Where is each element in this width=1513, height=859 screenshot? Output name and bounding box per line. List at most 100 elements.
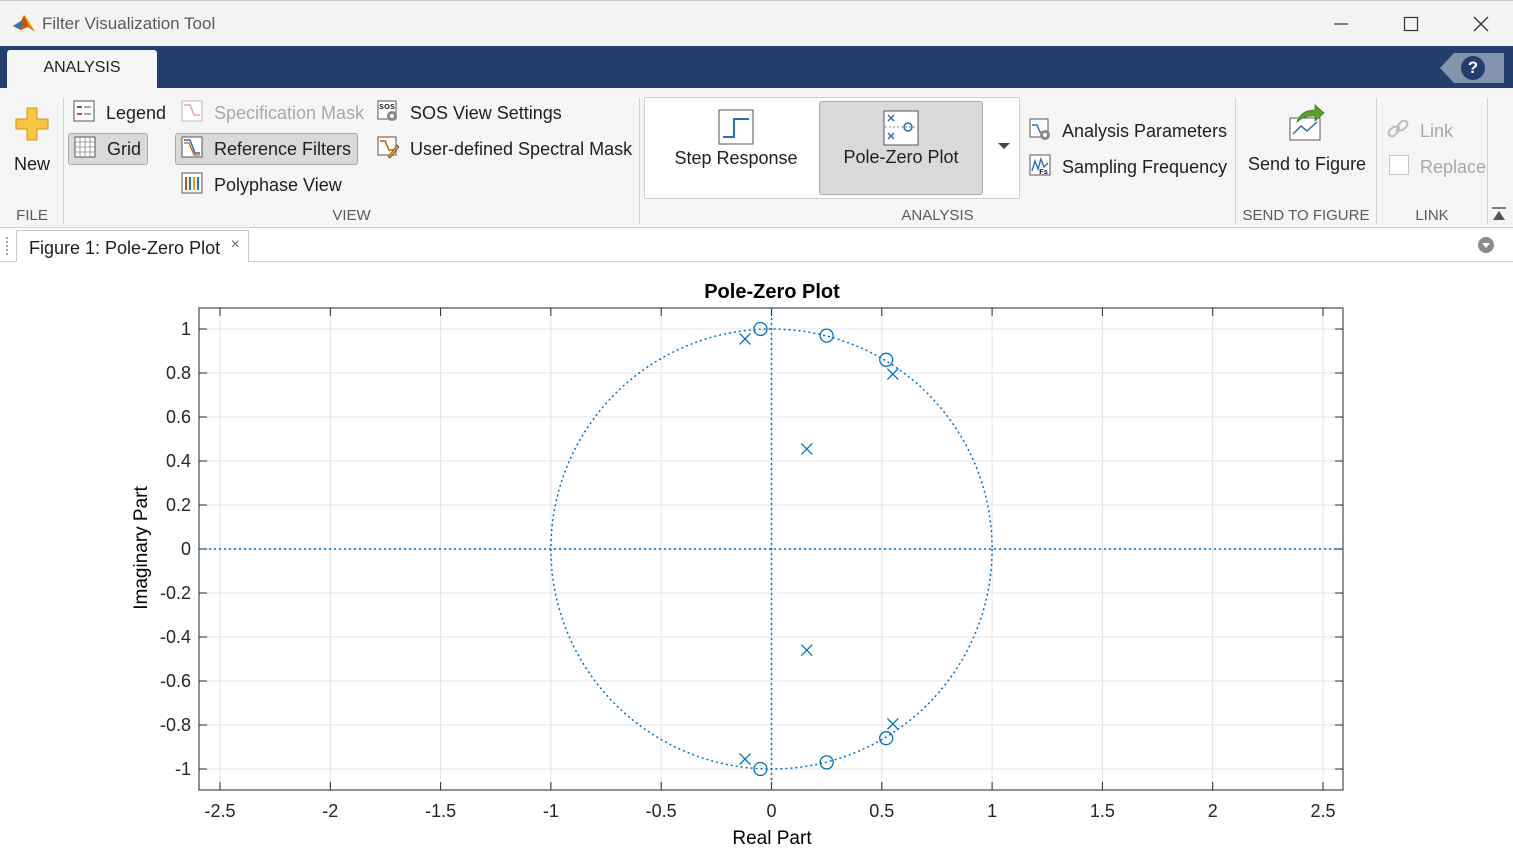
analysis-parameters-icon	[1028, 117, 1052, 146]
figure-tab-label: Figure 1: Pole-Zero Plot	[29, 238, 221, 258]
y-axis-label: Imaginary Part	[131, 486, 152, 610]
link-label: Link	[1420, 120, 1454, 141]
minimize-icon	[1334, 23, 1348, 25]
section-link-label: LINK	[1415, 207, 1449, 224]
close-icon	[1473, 16, 1489, 32]
polyphase-view-label: Polyphase View	[214, 174, 342, 195]
sampling-frequency-label: Sampling Frequency	[1062, 156, 1228, 177]
tab-figure-1[interactable]: Figure 1: Pole-Zero Plot ×	[16, 230, 249, 263]
tab-analysis[interactable]: ANALYSIS	[7, 50, 157, 88]
y-tick-label: 0	[181, 539, 191, 559]
polyphase-view-button[interactable]: Polyphase View	[180, 170, 342, 200]
analysis-parameters-label: Analysis Parameters	[1062, 120, 1228, 141]
x-tick-label: 1.5	[1090, 801, 1115, 821]
document-menu-button[interactable]	[1477, 236, 1495, 259]
pole-zero-plot[interactable]: -2.5 -2 -1.5 -1 -0.5 0 0.5 1 1.5 2 2.5 1 0.8 0.6 0.4 0.…	[0, 262, 1513, 859]
specification-mask-button[interactable]: Specification Mask	[180, 98, 364, 128]
y-tick-label: -1	[175, 759, 191, 779]
analysis-gallery: Step Response Pole-Zero Plot	[644, 97, 1020, 199]
spec-mask-label: Specification Mask	[214, 102, 365, 123]
step-response-button[interactable]: Step Response	[655, 101, 817, 195]
help-icon: ?	[1461, 56, 1485, 80]
drag-handle[interactable]	[6, 237, 12, 255]
reference-filters-icon	[180, 135, 204, 164]
y-tick-label: 0.8	[166, 363, 191, 383]
close-button[interactable]	[1451, 1, 1511, 47]
y-tick-label: 0.6	[166, 407, 191, 427]
user-defined-spectral-mask-button[interactable]: User-defined Spectral Mask	[376, 134, 632, 164]
legend-icon	[72, 99, 96, 128]
divider	[1235, 98, 1236, 224]
y-tick-label: -0.6	[160, 671, 191, 691]
legend-label: Legend	[106, 102, 167, 123]
step-response-icon	[718, 109, 754, 150]
collapse-toolstrip-button[interactable]	[1490, 206, 1508, 227]
window-title: Filter Visualization Tool	[42, 14, 216, 33]
pole-zero-plot-button[interactable]: Pole-Zero Plot	[819, 101, 983, 195]
reference-filters-button[interactable]: Reference Filters	[175, 133, 359, 165]
send-to-figure-button[interactable]: Send to Figure	[1240, 102, 1372, 178]
gallery-expand-button[interactable]	[997, 138, 1011, 156]
maximize-button[interactable]	[1381, 1, 1441, 47]
user-defined-spectral-mask-label: User-defined Spectral Mask	[410, 138, 633, 159]
x-tick-label: -1	[543, 801, 559, 821]
section-send-to-figure-label: SEND TO FIGURE	[1242, 207, 1370, 224]
link-icon	[1386, 117, 1410, 146]
pole-zero-icon	[883, 110, 919, 151]
x-tick-label: 1	[987, 801, 997, 821]
sampling-frequency-icon: Fs	[1028, 153, 1052, 182]
spec-mask-icon	[180, 99, 204, 128]
toolstrip: New FILE Legend Grid Specification Mask …	[0, 88, 1513, 228]
svg-text:Fs: Fs	[1039, 168, 1048, 176]
divider	[1376, 98, 1377, 224]
sos-view-settings-label: SOS View Settings	[410, 102, 562, 123]
y-tick-label: -0.2	[160, 583, 191, 603]
spectral-mask-icon	[376, 135, 400, 164]
divider	[639, 98, 640, 224]
maximize-icon	[1403, 16, 1419, 32]
x-tick-label: 2	[1208, 801, 1218, 821]
new-label: New	[14, 154, 51, 174]
checkbox-icon	[1388, 154, 1410, 181]
close-tab-icon[interactable]: ×	[231, 236, 240, 254]
help-button[interactable]: ?	[1440, 53, 1504, 83]
chart-title: Pole-Zero Plot	[704, 281, 840, 303]
link-button[interactable]: Link	[1386, 116, 1453, 146]
divider	[63, 98, 64, 224]
sos-view-settings-button[interactable]: SOS SOS View Settings	[376, 98, 562, 128]
collapse-up-icon	[1492, 207, 1506, 220]
y-tick-label: 0.2	[166, 495, 191, 515]
svg-text:SOS: SOS	[379, 103, 395, 111]
y-tick-label: 0.4	[166, 451, 191, 471]
analysis-parameters-button[interactable]: Analysis Parameters	[1028, 116, 1227, 146]
document-tab-strip: Figure 1: Pole-Zero Plot ×	[0, 228, 1513, 263]
ribbon-header: ANALYSIS ?	[0, 46, 1513, 88]
matlab-logo-icon	[12, 12, 36, 39]
y-tick-label: 1	[181, 319, 191, 339]
replace-label: Replace	[1420, 156, 1487, 177]
replace-checkbox[interactable]: Replace	[1388, 152, 1486, 182]
x-tick-label: -2.5	[204, 801, 235, 821]
legend-button[interactable]: Legend	[72, 98, 166, 128]
step-response-label: Step Response	[674, 148, 798, 168]
x-axis-label: Real Part	[732, 828, 812, 849]
y-tick-label: -0.8	[160, 715, 191, 735]
y-tick-label: -0.4	[160, 627, 191, 647]
chevron-down-icon	[1478, 237, 1494, 253]
sampling-frequency-button[interactable]: Fs Sampling Frequency	[1028, 152, 1227, 182]
new-button[interactable]: New	[8, 102, 56, 178]
plus-icon	[15, 107, 49, 141]
send-to-figure-icon	[1289, 104, 1325, 141]
grid-icon	[73, 135, 97, 164]
section-file-label: FILE	[16, 207, 48, 224]
x-tick-label: -0.5	[646, 801, 677, 821]
minimize-button[interactable]	[1311, 1, 1371, 47]
x-tick-label: -2	[322, 801, 338, 821]
sos-settings-icon: SOS	[376, 99, 400, 128]
grid-button[interactable]: Grid	[68, 133, 149, 165]
grid-label: Grid	[107, 138, 142, 159]
x-tick-label: -1.5	[425, 801, 456, 821]
reference-filters-label: Reference Filters	[214, 138, 352, 159]
chevron-down-icon	[998, 143, 1010, 149]
divider	[1487, 98, 1488, 224]
